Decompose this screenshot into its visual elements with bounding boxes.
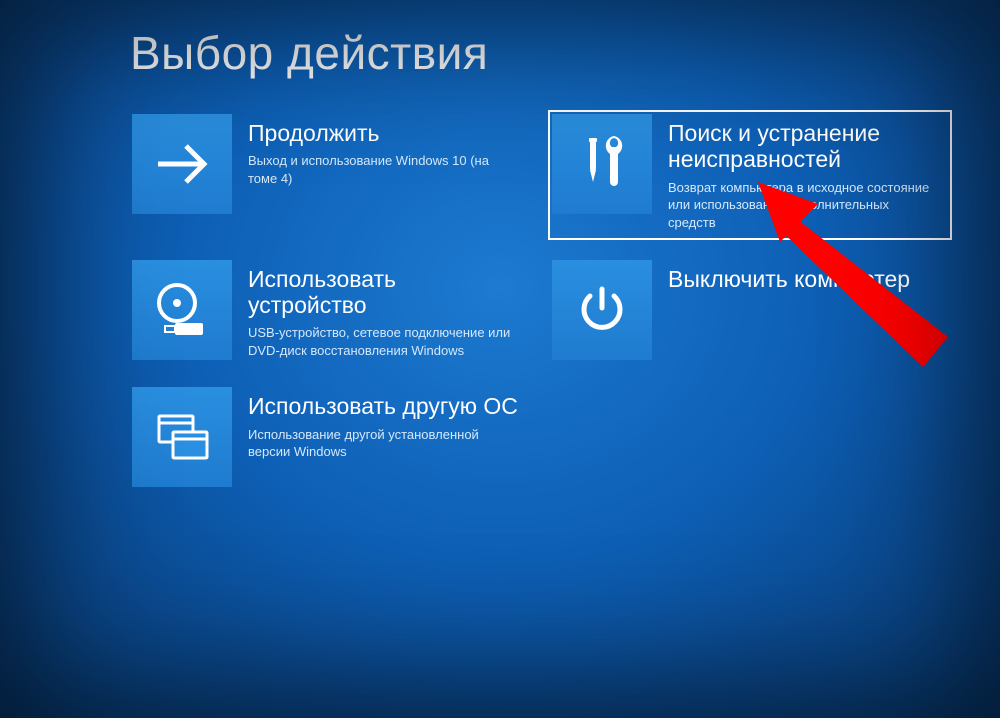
windows-stack-icon bbox=[132, 387, 232, 487]
disc-usb-icon bbox=[132, 260, 232, 360]
tile-text: Поиск и устранение неисправностей Возвра… bbox=[652, 114, 948, 236]
tile-label: Использовать устройство bbox=[248, 266, 518, 319]
tile-text: Использовать устройство USB-устройство, … bbox=[232, 260, 528, 364]
tile-text: Продолжить Выход и использование Windows… bbox=[232, 114, 528, 192]
tile-label: Выключить компьютер bbox=[668, 266, 938, 292]
tile-desc: Выход и использование Windows 10 (на том… bbox=[248, 152, 518, 187]
tile-use-device[interactable]: Использовать устройство USB-устройство, … bbox=[130, 258, 530, 366]
tiles-grid: Продолжить Выход и использование Windows… bbox=[130, 112, 1000, 489]
choose-action-screen: Выбор действия Продолжить Выход и исполь… bbox=[0, 0, 1000, 718]
page-title: Выбор действия bbox=[130, 26, 1000, 80]
tile-troubleshoot[interactable]: Поиск и устранение неисправностей Возвра… bbox=[550, 112, 950, 238]
tile-desc: Возврат компьютера в исходное состояние … bbox=[668, 179, 938, 232]
tile-text: Использовать другую ОС Использование дру… bbox=[232, 387, 528, 465]
tools-icon bbox=[552, 114, 652, 214]
tile-label: Использовать другую ОС bbox=[248, 393, 518, 419]
tile-use-other-os[interactable]: Использовать другую ОС Использование дру… bbox=[130, 385, 530, 489]
tile-text: Выключить компьютер bbox=[652, 260, 948, 302]
arrow-right-icon bbox=[132, 114, 232, 214]
tile-desc: USB-устройство, сетевое подключение или … bbox=[248, 324, 518, 359]
tile-turn-off[interactable]: Выключить компьютер bbox=[550, 258, 950, 362]
tile-desc: Использование другой установленной верси… bbox=[248, 426, 518, 461]
tile-continue[interactable]: Продолжить Выход и использование Windows… bbox=[130, 112, 530, 216]
power-icon bbox=[552, 260, 652, 360]
tile-label: Поиск и устранение неисправностей bbox=[668, 120, 938, 173]
tile-label: Продолжить bbox=[248, 120, 518, 146]
